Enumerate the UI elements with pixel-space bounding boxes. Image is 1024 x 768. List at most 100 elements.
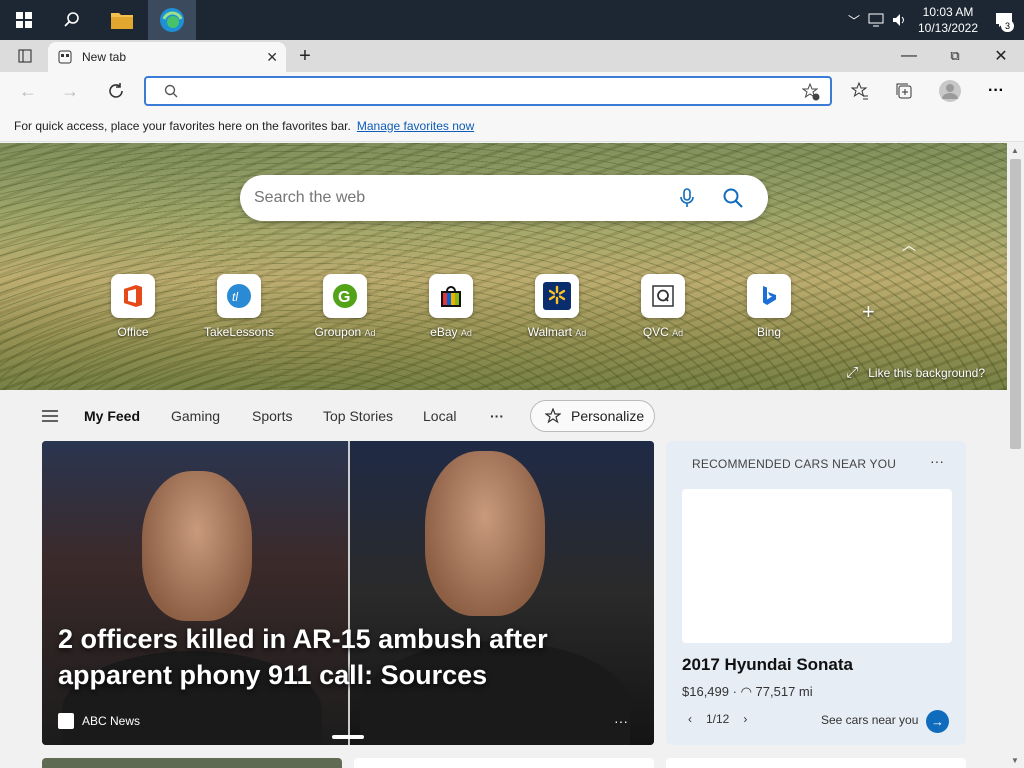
news-source-name: ABC News [82, 714, 141, 728]
groupon-icon: G [323, 274, 367, 318]
add-shortcut-plus-icon[interactable]: + [862, 299, 875, 325]
feed-tab-sports[interactable]: Sports [252, 408, 292, 424]
quick-link-takelessons[interactable]: tl TakeLessons [194, 274, 284, 339]
manage-favorites-link[interactable]: Manage favorites now [357, 119, 474, 133]
browser-title-bar: New tab ✕ + — ⧉ ✕ [0, 40, 1024, 72]
more-icon: ··· [988, 82, 1004, 99]
personalize-star-icon [545, 408, 561, 424]
profile-button[interactable] [930, 72, 970, 110]
feed-more-button[interactable]: ··· [490, 408, 504, 424]
address-input[interactable] [190, 81, 750, 101]
scroll-down-icon[interactable]: ▼ [1011, 756, 1019, 765]
plus-icon: + [299, 44, 311, 67]
clock[interactable]: 10:03 AM 10/13/2022 [912, 4, 984, 36]
svg-text:tl: tl [232, 290, 238, 304]
personalize-label: Personalize [571, 408, 645, 424]
quick-link-walmart[interactable]: Walmart Ad [512, 274, 602, 339]
tab-new-tab[interactable]: New tab ✕ [48, 42, 286, 72]
close-window-button[interactable]: ✕ [978, 40, 1024, 72]
car-price: $16,499 [682, 684, 729, 699]
taskbar-search-button[interactable] [48, 0, 96, 40]
tray-chevron-icon[interactable]: ﹀ [844, 12, 864, 29]
settings-more-button[interactable]: ··· [976, 72, 1016, 110]
search-icon[interactable] [722, 187, 744, 209]
feed-tab-my-feed[interactable]: My Feed [84, 408, 140, 424]
arrow-right-icon: → [931, 714, 944, 729]
restore-button[interactable]: ⧉ [932, 40, 978, 72]
favorites-prompt: For quick access, place your favorites h… [14, 118, 351, 133]
quick-link-label: Bing [756, 325, 782, 339]
notification-center-button[interactable]: 3 [984, 0, 1024, 40]
feed-tab-gaming[interactable]: Gaming [171, 408, 220, 424]
minimize-button[interactable]: — [886, 40, 932, 72]
hero-news-card[interactable]: 2 officers killed in AR-15 ambush after … [42, 441, 654, 745]
add-favorite-icon[interactable] [802, 83, 820, 101]
taskbar: ﹀ 10:03 AM 10/13/2022 3 [0, 0, 1024, 40]
card-title: RECOMMENDED CARS NEAR YOU [692, 457, 897, 471]
edge-icon [160, 8, 184, 32]
tab-actions-button[interactable] [2, 40, 48, 72]
scroll-up-icon[interactable]: ▲ [1011, 146, 1019, 155]
personalize-button[interactable]: Personalize [530, 400, 655, 432]
address-bar[interactable] [144, 76, 832, 106]
chevron-left-icon[interactable]: ‹ [688, 712, 692, 726]
recommended-cars-card: RECOMMENDED CARS NEAR YOU ··· 2017 Hyund… [666, 441, 966, 745]
ebay-icon [429, 274, 473, 318]
car-mileage: 77,517 mi [755, 684, 813, 699]
hamburger-menu-icon[interactable] [42, 410, 58, 422]
car-name[interactable]: 2017 Hyundai Sonata [682, 655, 853, 675]
quick-link-label: eBay [430, 325, 458, 339]
microphone-icon[interactable] [676, 187, 698, 209]
card-more-button[interactable]: ··· [930, 453, 944, 469]
feed-tab-local[interactable]: Local [423, 408, 456, 424]
background-image: ︿ Office tl TakeLessons G Groupon Ad eBa… [0, 143, 1007, 390]
newtab-page-icon [58, 50, 72, 64]
takelessons-icon: tl [217, 274, 261, 318]
quick-link-groupon[interactable]: G Groupon Ad [300, 274, 390, 339]
close-icon: ✕ [994, 48, 1008, 65]
collections-button[interactable] [884, 72, 924, 110]
quick-link-qvc[interactable]: QVC Ad [618, 274, 708, 339]
news-more-button[interactable]: ··· [614, 713, 628, 729]
quick-link-bing[interactable]: Bing [724, 274, 814, 339]
navigation-bar: ← → ··· [0, 72, 1024, 110]
ad-badge: Ad [672, 328, 684, 338]
forward-button[interactable]: → [50, 72, 90, 110]
see-cars-link[interactable]: See cars near you [821, 713, 918, 727]
web-search-input[interactable] [254, 187, 654, 209]
back-button[interactable]: ← [8, 72, 48, 110]
chevron-right-icon[interactable]: › [743, 712, 747, 726]
ad-badge: Ad [575, 328, 587, 338]
car-details: $16,499 · ◠ 77,517 mi [682, 684, 813, 699]
feed-tab-top-stories[interactable]: Top Stories [323, 408, 393, 424]
taskbar-edge[interactable] [148, 0, 196, 40]
forward-arrow-icon: → [61, 80, 79, 101]
new-tab-button[interactable]: + [282, 40, 328, 72]
taskbar-file-explorer[interactable] [98, 0, 146, 40]
news-headline[interactable]: 2 officers killed in AR-15 ambush after … [58, 621, 618, 693]
see-cars-arrow-button[interactable]: → [926, 710, 949, 733]
office-icon [111, 274, 155, 318]
volume-icon[interactable] [892, 13, 908, 27]
quick-link-label: QVC [642, 325, 669, 339]
favorites-button[interactable] [840, 72, 880, 110]
page-scrollbar[interactable]: ▲ ▼ [1007, 143, 1024, 768]
next-card-preview [666, 758, 966, 768]
like-background-button[interactable]: ⤢ Like this background? [846, 364, 985, 381]
start-button[interactable] [0, 0, 48, 40]
quick-link-ebay[interactable]: eBay Ad [406, 274, 496, 339]
system-tray: ﹀ 10:03 AM 10/13/2022 3 [844, 0, 1024, 40]
web-search-box[interactable] [240, 175, 768, 221]
tab-close-icon[interactable]: ✕ [266, 49, 278, 66]
carousel-indicator[interactable] [332, 735, 364, 739]
ad-badge: Ad [460, 328, 472, 338]
refresh-button[interactable] [96, 72, 136, 110]
quick-link-office[interactable]: Office [88, 274, 178, 339]
network-icon[interactable] [868, 13, 884, 27]
favorites-bar: For quick access, place your favorites h… [0, 110, 1024, 142]
scrollbar-thumb[interactable] [1010, 159, 1021, 449]
collapse-chevron-icon[interactable]: ︿ [902, 235, 916, 255]
quick-link-label: TakeLessons [203, 325, 275, 339]
clock-date: 10/13/2022 [917, 21, 979, 35]
car-image[interactable] [682, 489, 952, 643]
